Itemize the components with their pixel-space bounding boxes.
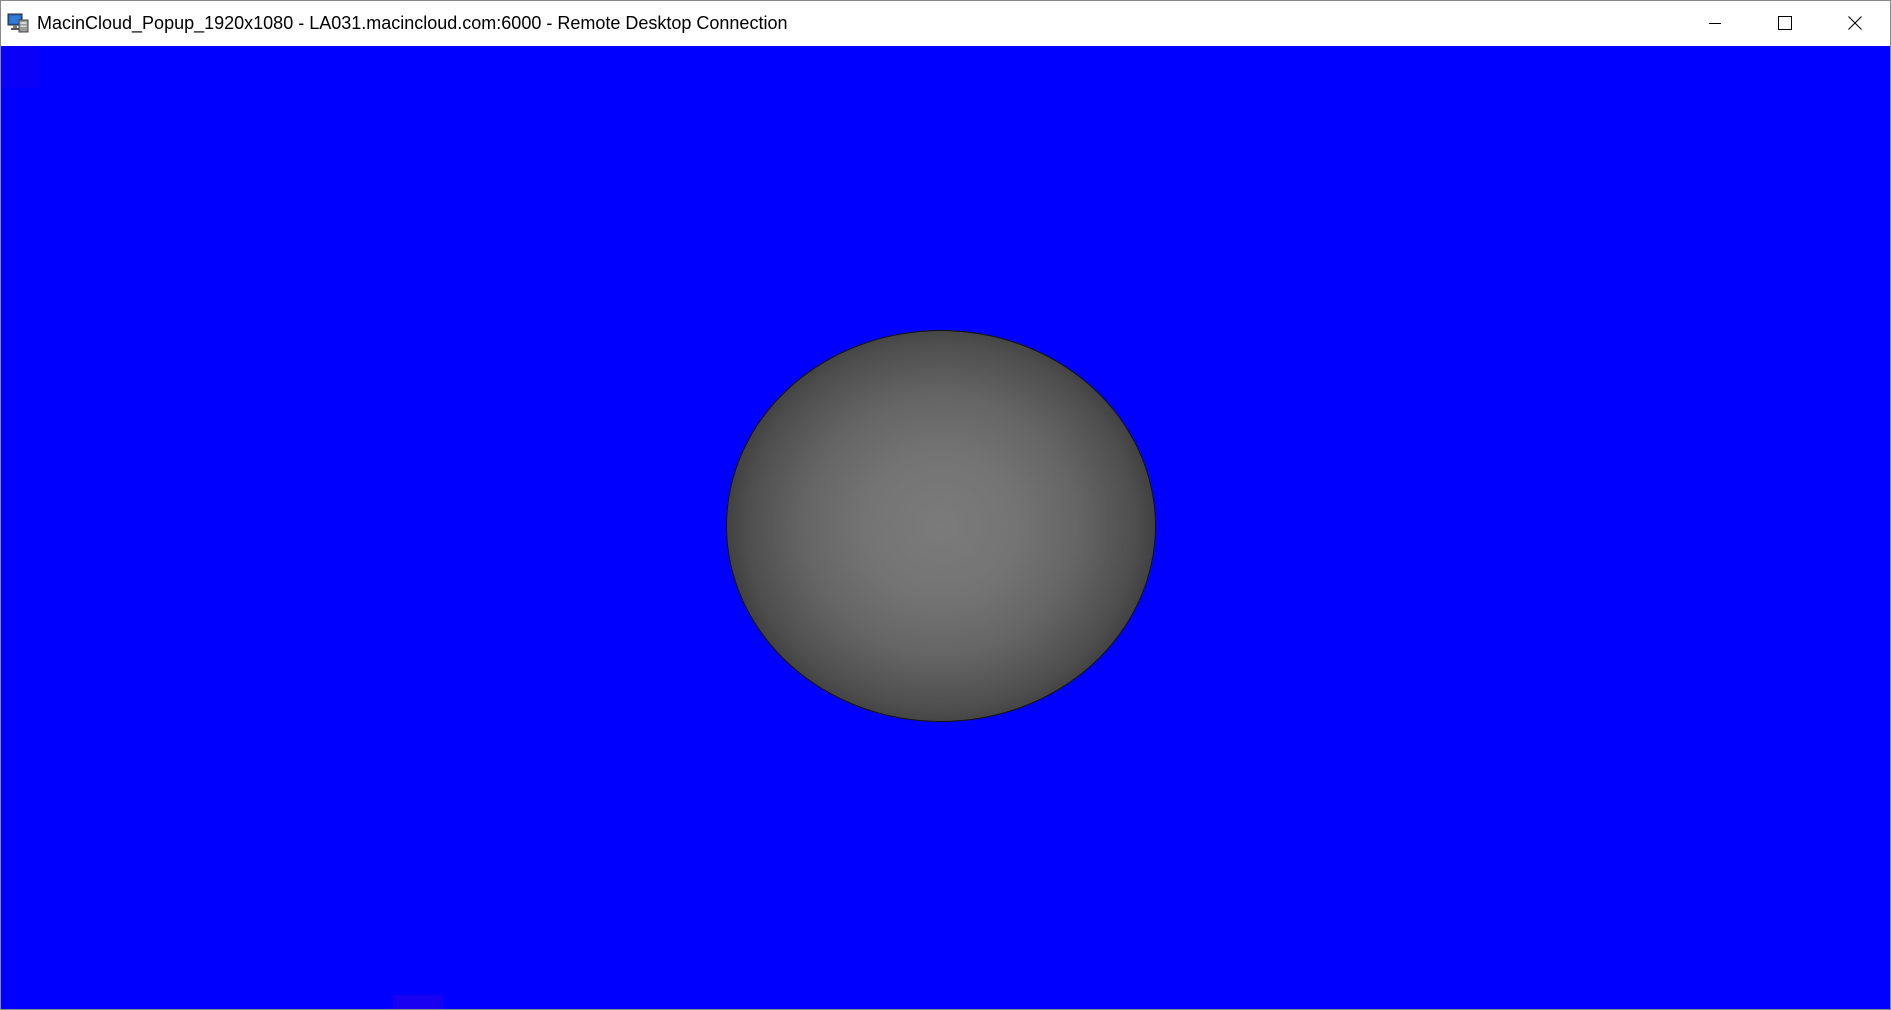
render-artifact: [393, 995, 443, 1009]
minimize-icon: [1709, 23, 1721, 24]
minimize-button[interactable]: [1680, 1, 1750, 45]
maximize-icon: [1778, 16, 1792, 30]
remote-desktop-icon[interactable]: [6, 11, 30, 35]
title-bar[interactable]: MacinCloud_Popup_1920x1080 - LA031.macin…: [1, 1, 1890, 45]
remote-desktop-viewport[interactable]: [1, 46, 1890, 1009]
gray-sphere: [726, 330, 1156, 722]
window-controls: [1680, 1, 1890, 45]
remote-desktop-window: MacinCloud_Popup_1920x1080 - LA031.macin…: [0, 0, 1891, 1010]
render-artifact: [1, 46, 39, 88]
close-button[interactable]: [1820, 1, 1890, 45]
maximize-button[interactable]: [1750, 1, 1820, 45]
window-title: MacinCloud_Popup_1920x1080 - LA031.macin…: [37, 12, 788, 33]
close-icon: [1848, 16, 1862, 30]
